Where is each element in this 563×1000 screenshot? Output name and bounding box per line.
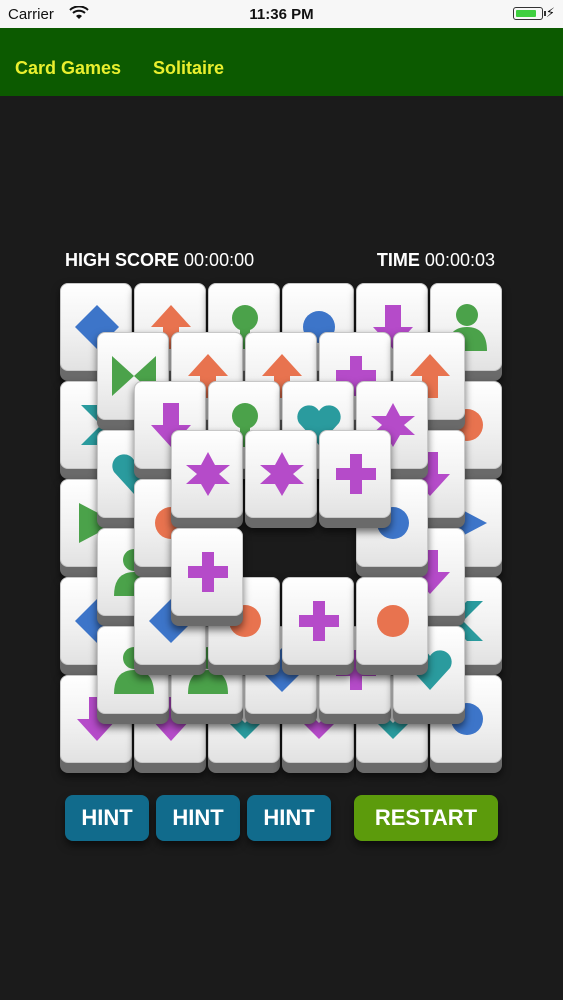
mahjong-board	[0, 0, 563, 800]
hint-button-3[interactable]: HINT	[247, 795, 331, 841]
hint-button-2[interactable]: HINT	[156, 795, 240, 841]
hint-button-1[interactable]: HINT	[65, 795, 149, 841]
tile-plus[interactable]	[319, 430, 393, 530]
star-icon	[186, 452, 230, 496]
circle-icon	[377, 605, 409, 637]
star-icon	[260, 452, 304, 496]
plus-icon	[188, 552, 228, 592]
plus-icon	[299, 601, 339, 641]
restart-button[interactable]: RESTART	[354, 795, 498, 841]
tile-star[interactable]	[171, 430, 245, 530]
tile-star[interactable]	[245, 430, 319, 530]
tile-circle[interactable]	[356, 577, 430, 677]
tile-plus[interactable]	[282, 577, 356, 677]
tile-plus[interactable]	[171, 528, 245, 628]
plus-icon	[336, 454, 376, 494]
